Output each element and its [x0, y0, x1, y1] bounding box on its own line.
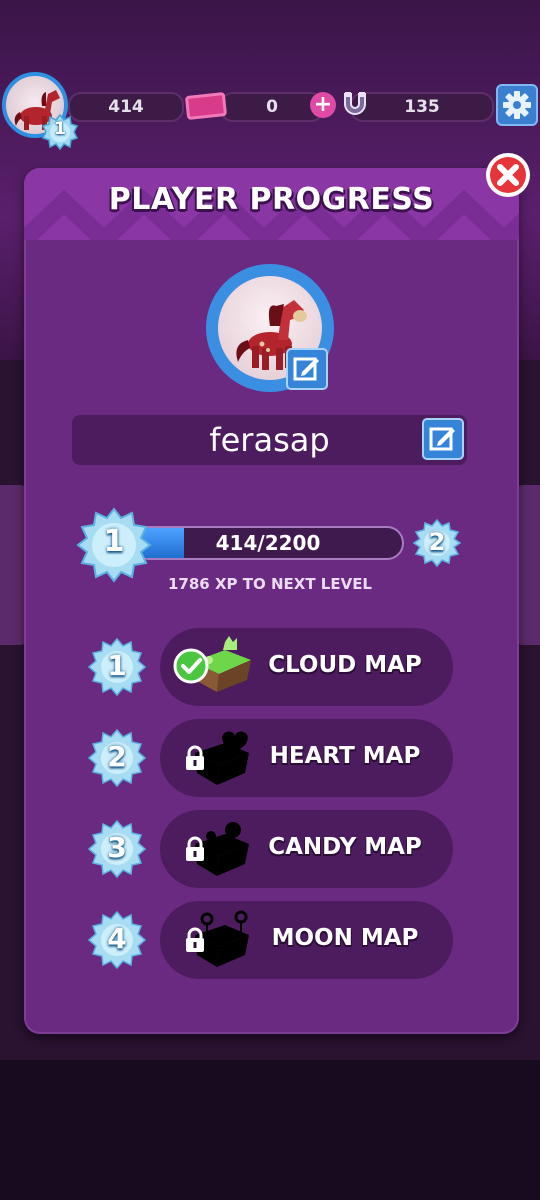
edit-icon	[293, 357, 319, 381]
top-hud: 414 0 + 135 1	[0, 72, 540, 150]
xp-counter: 414	[68, 92, 184, 122]
ticket-icon	[184, 91, 228, 121]
map-level-number: 4	[107, 922, 127, 955]
map-name: CLOUD MAP	[268, 652, 422, 678]
check-icon	[173, 648, 209, 684]
map-row-candy[interactable]: 3 CANDY MAP	[0, 810, 540, 888]
map-name: CANDY MAP	[268, 834, 422, 860]
map-level-number: 3	[107, 831, 127, 864]
lock-icon	[186, 927, 204, 952]
xp-to-next-level: 1786 XP TO NEXT LEVEL	[168, 575, 372, 593]
map-level-number: 2	[107, 740, 127, 773]
xp-counter-value: 414	[108, 97, 144, 117]
ticket-counter: 0	[220, 92, 324, 122]
close-button[interactable]	[484, 151, 532, 199]
ticket-counter-value: 0	[266, 97, 278, 117]
settings-button[interactable]	[496, 84, 538, 126]
map-row-moon[interactable]: 4 MOON MAP	[0, 901, 540, 979]
current-level-number: 1	[103, 524, 125, 559]
dialog-title: PLAYER PROGRESS	[108, 182, 435, 217]
lock-icon	[186, 745, 204, 770]
next-level-number: 2	[428, 528, 446, 556]
hud-level-number: 1	[54, 119, 66, 139]
magnet-counter-value: 135	[404, 97, 440, 117]
player-name: ferasap	[209, 421, 330, 459]
gear-icon	[503, 91, 531, 119]
add-tickets-button[interactable]: +	[310, 92, 336, 118]
lock-icon	[186, 836, 204, 861]
edit-avatar-button[interactable]	[286, 348, 328, 390]
background-bottom	[0, 1060, 540, 1200]
magnet-icon	[344, 92, 366, 115]
map-level-number: 1	[107, 649, 127, 682]
magnet-counter: 135	[350, 92, 494, 122]
xp-progress-text: 414/2200	[215, 531, 321, 555]
map-name: HEART MAP	[269, 743, 421, 769]
edit-name-button[interactable]	[422, 418, 464, 460]
dialog-header: PLAYER PROGRESS	[24, 168, 519, 240]
edit-icon	[429, 427, 455, 451]
map-row-heart[interactable]: 2 HEART MAP	[0, 719, 540, 797]
map-row-cloud[interactable]: 1 CLOUD MAP	[0, 628, 540, 706]
map-name: MOON MAP	[271, 925, 419, 951]
